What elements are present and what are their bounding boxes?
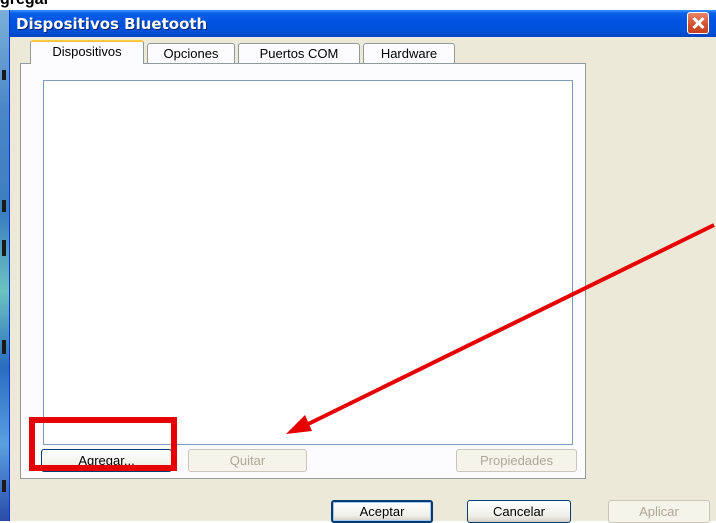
window-title: Dispositivos Bluetooth bbox=[16, 15, 208, 33]
desktop-mark bbox=[2, 480, 6, 492]
devices-list[interactable] bbox=[43, 80, 573, 445]
desktop-mark bbox=[2, 240, 6, 256]
cut-off-heading: gregar bbox=[0, 0, 50, 9]
tab-dispositivos[interactable]: Dispositivos bbox=[30, 40, 144, 64]
close-button[interactable] bbox=[687, 12, 709, 34]
properties-button[interactable]: Propiedades bbox=[456, 449, 577, 472]
desktop-mark bbox=[2, 200, 6, 212]
ok-button[interactable]: Aceptar bbox=[331, 500, 433, 523]
desktop-mark bbox=[2, 340, 6, 354]
title-bar[interactable]: Dispositivos Bluetooth bbox=[10, 10, 716, 37]
desktop-mark bbox=[2, 70, 6, 80]
apply-button[interactable]: Aplicar bbox=[608, 500, 710, 523]
tab-hardware[interactable]: Hardware bbox=[363, 43, 455, 63]
annotation-highlight-box bbox=[29, 417, 177, 471]
desktop-edge bbox=[0, 10, 9, 521]
tab-opciones[interactable]: Opciones bbox=[147, 43, 235, 63]
cancel-button[interactable]: Cancelar bbox=[467, 500, 571, 523]
remove-button[interactable]: Quitar bbox=[188, 449, 307, 472]
background-strip: gregar bbox=[0, 0, 716, 10]
tab-puertos-com[interactable]: Puertos COM bbox=[238, 43, 360, 63]
